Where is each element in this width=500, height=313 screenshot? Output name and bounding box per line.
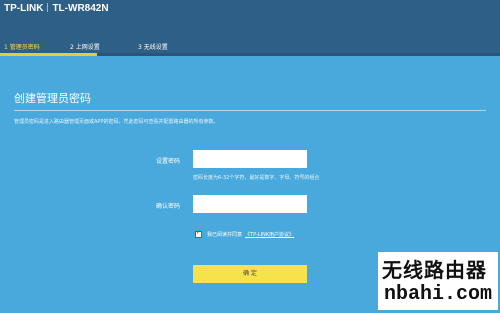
divider [14,110,486,111]
page-title: 创建管理员密码 [14,92,91,105]
password-hint: 密码长度为6-32个字符，最好是数字、字母、符号的组合 [193,175,320,181]
progress-fill [0,53,97,56]
progress-track [0,53,500,56]
step-wireless-setup[interactable]: 3 无线设置 [138,42,168,51]
page-description: 管理员密码是进入路由器管理页面或APP的密码，凭此密码可查看并配置路由器的所有参… [14,119,219,125]
confirm-password-label: 确认密码 [156,203,181,210]
password-field[interactable] [193,150,307,168]
confirm-password-field[interactable] [193,195,307,213]
agree-statement: 我已阅读并同意 《TP-LINK用户协议》 [207,231,294,238]
model-name: TL-WR842N [52,3,109,14]
brand-separator [47,3,49,12]
user-agreement-link[interactable]: 《TP-LINK用户协议》 [245,232,294,238]
watermark-url: nbahi.com [384,283,493,306]
watermark: 无线路由器 nbahi.com [378,252,498,310]
agree-text: 我已阅读并同意 [207,232,243,238]
watermark-title: 无线路由器 [382,258,487,282]
agree-checkbox[interactable]: ✓ [195,229,202,238]
password-label: 设置密码 [156,158,181,165]
step-admin-password[interactable]: 1 管理员密码 [4,42,40,51]
checkmark-icon: ✓ [196,229,202,236]
confirm-button[interactable]: 确 定 [193,265,307,283]
brand-name: TP-LINK [4,3,44,14]
top-bar: TP-LINK TL-WR842N 1 管理员密码 2 上网设置 3 无线设置 [0,0,500,56]
step-internet-setup[interactable]: 2 上网设置 [70,42,100,51]
brand-logo: TP-LINK TL-WR842N [4,3,109,14]
